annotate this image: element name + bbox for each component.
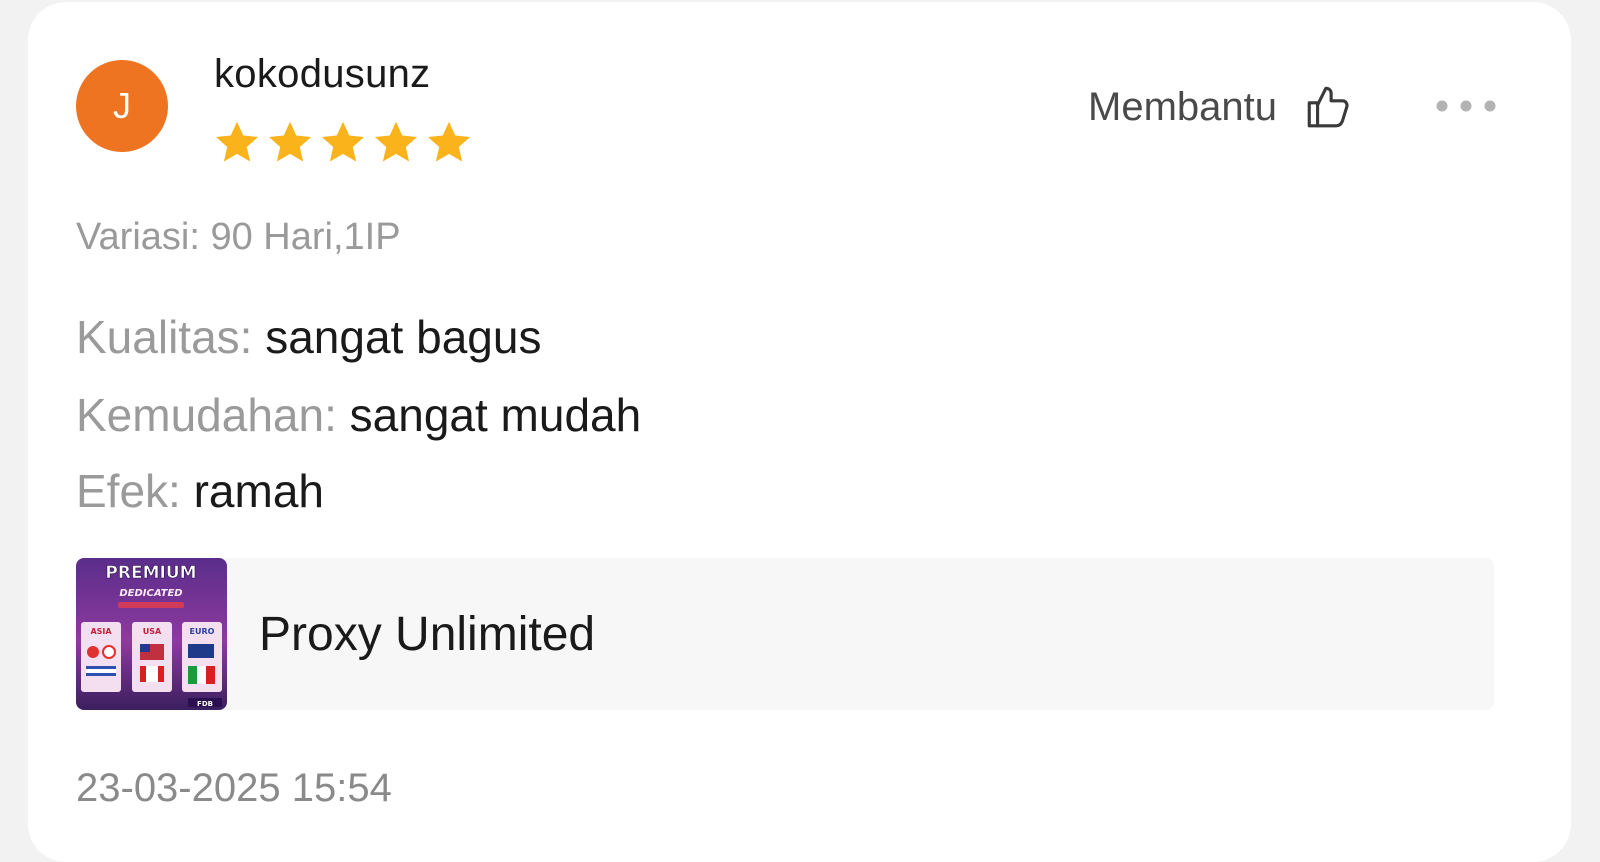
product-link[interactable]: PREMIUM DEDICATED ASIA USA EURO FDB Prox…	[76, 558, 1494, 710]
attribute-value: sangat bagus	[265, 311, 542, 363]
thumb-badge-text: PREMIUM	[105, 563, 196, 583]
attribute-label: Efek:	[76, 465, 181, 517]
more-horizontal-icon[interactable]	[1432, 96, 1500, 116]
thumb-column-label: EURO	[190, 627, 215, 636]
thumb-subtitle-text: DEDICATED	[119, 588, 182, 599]
review-card: J kokodusunz Membantu Variasi: 90 Hari,1…	[28, 2, 1571, 862]
thumb-column-label: USA	[143, 627, 162, 636]
product-thumbnail: PREMIUM DEDICATED ASIA USA EURO FDB	[76, 558, 227, 710]
star-rating	[212, 118, 474, 168]
attribute-effect: Efek: ramah	[76, 464, 324, 518]
avatar-initial: J	[113, 85, 131, 126]
variation-text: Variasi: 90 Hari,1IP	[76, 216, 401, 258]
thumb-footer-text: FDB	[197, 700, 213, 708]
star-icon	[374, 121, 418, 162]
star-icon	[215, 121, 259, 162]
product-name: Proxy Unlimited	[259, 607, 596, 661]
attribute-quality: Kualitas: sangat bagus	[76, 310, 541, 364]
attribute-ease: Kemudahan: sangat mudah	[76, 388, 641, 442]
star-icon	[427, 121, 471, 162]
review-timestamp: 23-03-2025 15:54	[76, 766, 392, 810]
thumb-column-label: ASIA	[90, 627, 112, 636]
attribute-label: Kualitas:	[76, 311, 253, 363]
helpful-label: Membantu	[1088, 84, 1277, 129]
helpful-button[interactable]: Membantu	[1088, 82, 1353, 132]
star-icon	[268, 121, 312, 162]
attribute-value: ramah	[193, 465, 324, 517]
thumbs-up-icon	[1307, 86, 1349, 128]
attribute-value: sangat mudah	[349, 389, 642, 441]
reviewer-username: kokodusunz	[214, 52, 431, 96]
attribute-label: Kemudahan:	[76, 389, 337, 441]
avatar[interactable]: J	[76, 60, 168, 152]
star-icon	[321, 121, 365, 162]
